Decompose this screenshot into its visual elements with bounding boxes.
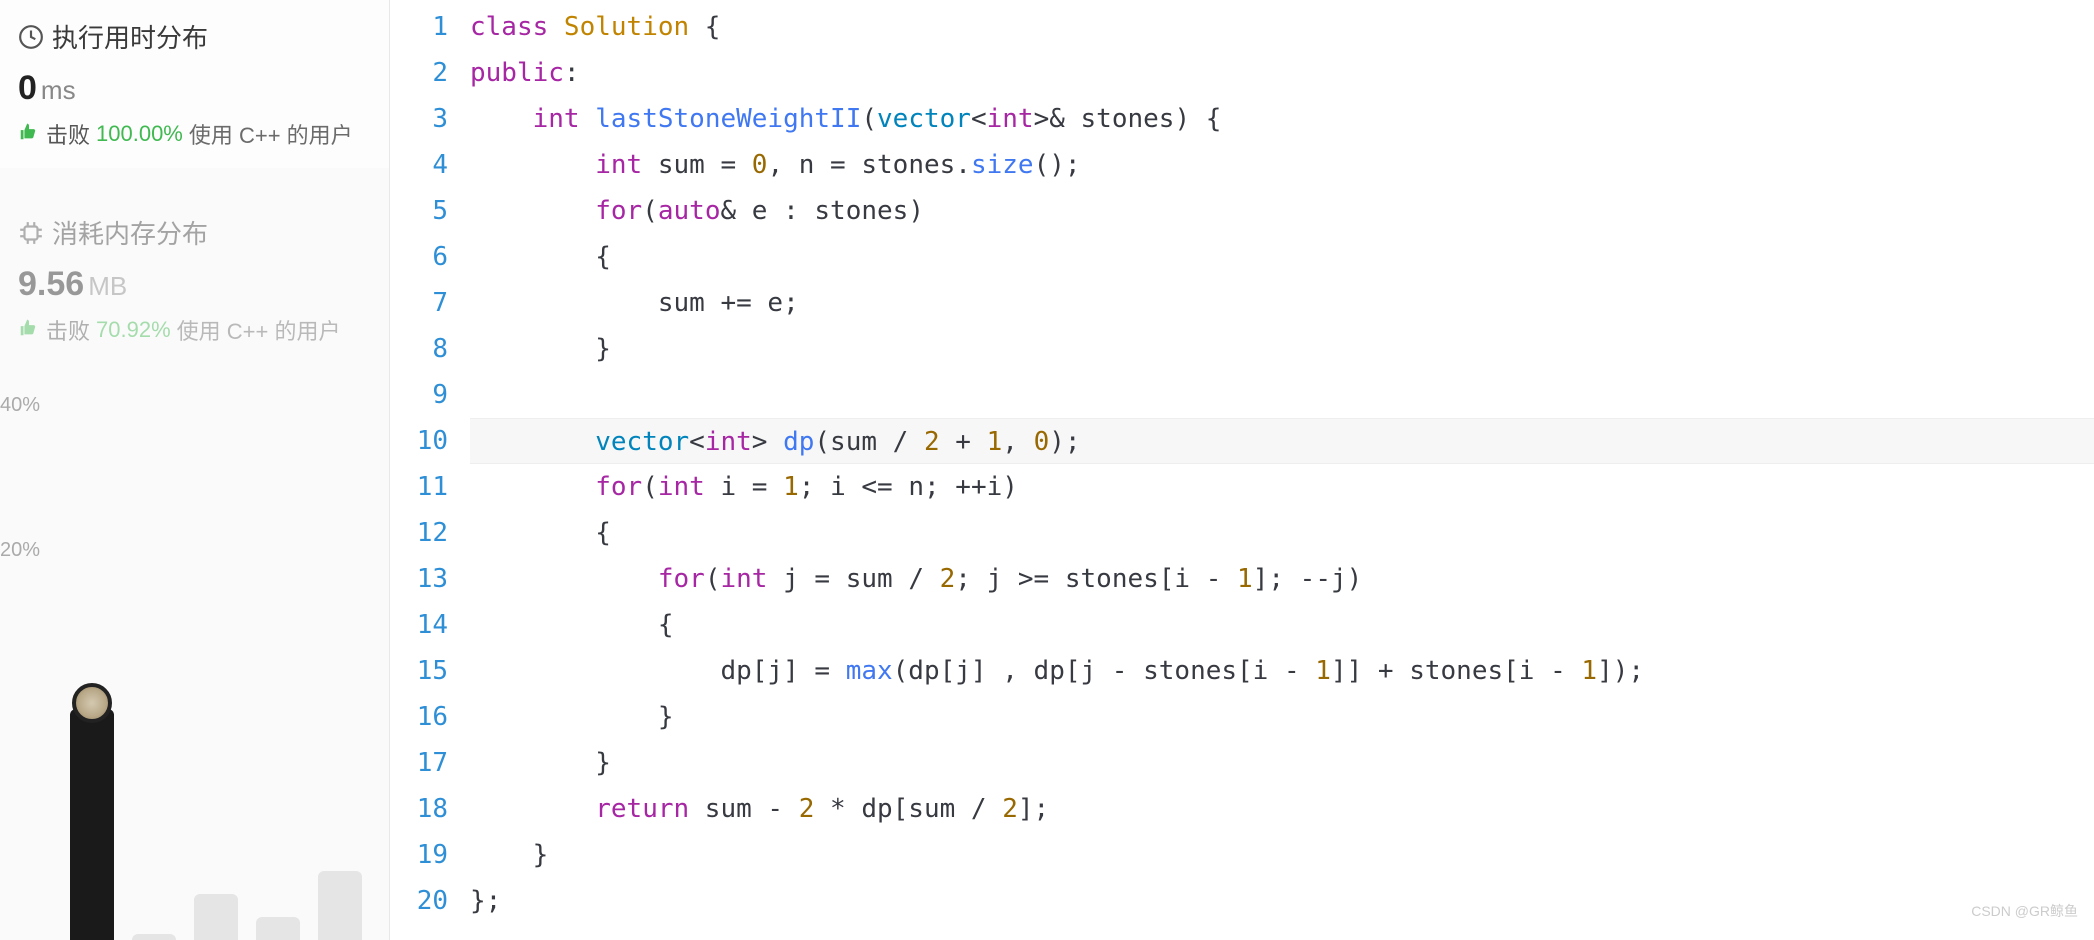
line-number: 12 [390, 510, 448, 556]
code-line[interactable]: vector<int> dp(sum / 2 + 1, 0); [470, 418, 2094, 464]
memory-value: 9.56 [18, 265, 84, 303]
chart-y-label-1: 20% [0, 539, 40, 562]
code-line[interactable]: return sum - 2 * dp[sum / 2]; [470, 786, 2094, 832]
code-body[interactable]: class Solution {public: int lastStoneWei… [470, 4, 2094, 940]
stats-sidebar: 执行用时分布 0ms 击败 100.00% 使用 C++ 的用户 消耗内存分布 … [0, 0, 390, 940]
line-number: 17 [390, 740, 448, 786]
code-line[interactable]: } [470, 832, 2094, 878]
line-number: 14 [390, 602, 448, 648]
code-line[interactable]: int lastStoneWeightII(vector<int>& stone… [470, 96, 2094, 142]
chart-bar[interactable] [256, 917, 300, 940]
runtime-beat: 击败 100.00% 使用 C++ 的用户 [18, 118, 369, 150]
code-line[interactable]: dp[j] = max(dp[j] , dp[j - stones[i - 1]… [470, 648, 2094, 694]
chart-bar[interactable] [70, 709, 114, 940]
clock-icon [18, 24, 44, 50]
runtime-beat-prefix: 击败 [46, 118, 90, 150]
line-number: 7 [390, 280, 448, 326]
line-number: 3 [390, 96, 448, 142]
watermark: CSDN @GR鲸鱼 [1971, 888, 2078, 934]
code-line[interactable]: int sum = 0, n = stones.size(); [470, 142, 2094, 188]
chart-bars [70, 680, 362, 940]
line-number: 18 [390, 786, 448, 832]
runtime-block: 执行用时分布 0ms 击败 100.00% 使用 C++ 的用户 [0, 0, 389, 168]
line-number-gutter: 1234567891011121314151617181920 [390, 4, 470, 940]
line-number: 6 [390, 234, 448, 280]
code-line[interactable]: }; [470, 878, 2094, 924]
memory-block: 消耗内存分布 9.56MB 击败 70.92% 使用 C++ 的用户 [0, 196, 389, 364]
code-line[interactable]: } [470, 740, 2094, 786]
runtime-unit: ms [41, 75, 76, 105]
memory-header: 消耗内存分布 [18, 214, 369, 251]
clap-icon [18, 316, 40, 344]
memory-unit: MB [88, 271, 127, 301]
line-number: 16 [390, 694, 448, 740]
memory-title: 消耗内存分布 [52, 214, 208, 251]
line-number: 2 [390, 50, 448, 96]
line-number: 20 [390, 878, 448, 924]
line-number: 10 [390, 418, 448, 464]
runtime-beat-pct: 100.00% [96, 121, 183, 147]
line-number: 19 [390, 832, 448, 878]
line-number: 15 [390, 648, 448, 694]
code-line[interactable]: } [470, 326, 2094, 372]
line-number: 1 [390, 4, 448, 50]
code-line[interactable]: for(int i = 1; i <= n; ++i) [470, 464, 2094, 510]
runtime-distribution-chart[interactable]: 40% 20% [0, 384, 389, 940]
line-number: 13 [390, 556, 448, 602]
line-number: 9 [390, 372, 448, 418]
memory-beat: 击败 70.92% 使用 C++ 的用户 [18, 314, 369, 346]
memory-beat-pct: 70.92% [96, 317, 171, 343]
code-editor[interactable]: 1234567891011121314151617181920 class So… [390, 0, 2094, 940]
line-number: 8 [390, 326, 448, 372]
line-number: 5 [390, 188, 448, 234]
chip-icon [18, 220, 44, 246]
memory-value-row: 9.56MB [18, 265, 369, 304]
code-line[interactable]: { [470, 602, 2094, 648]
code-line[interactable]: { [470, 510, 2094, 556]
runtime-value: 0 [18, 69, 37, 107]
chart-y-label-0: 40% [0, 394, 40, 417]
code-line[interactable]: for(int j = sum / 2; j >= stones[i - 1];… [470, 556, 2094, 602]
line-number: 11 [390, 464, 448, 510]
code-line[interactable]: sum += e; [470, 280, 2094, 326]
code-line[interactable]: { [470, 234, 2094, 280]
code-line[interactable]: } [470, 694, 2094, 740]
chart-marker-icon [72, 683, 112, 723]
chart-bar[interactable] [132, 934, 176, 940]
clap-icon [18, 120, 40, 148]
runtime-value-row: 0ms [18, 69, 369, 108]
memory-beat-suffix: 使用 C++ 的用户 [177, 314, 341, 346]
runtime-header: 执行用时分布 [18, 18, 369, 55]
line-number: 4 [390, 142, 448, 188]
chart-bar[interactable] [194, 894, 238, 940]
chart-bar[interactable] [318, 871, 362, 940]
memory-beat-prefix: 击败 [46, 314, 90, 346]
code-line[interactable]: for(auto& e : stones) [470, 188, 2094, 234]
code-line[interactable]: public: [470, 50, 2094, 96]
code-line[interactable]: class Solution { [470, 4, 2094, 50]
code-line[interactable] [470, 372, 2094, 418]
runtime-title: 执行用时分布 [52, 18, 208, 55]
runtime-beat-suffix: 使用 C++ 的用户 [189, 118, 353, 150]
